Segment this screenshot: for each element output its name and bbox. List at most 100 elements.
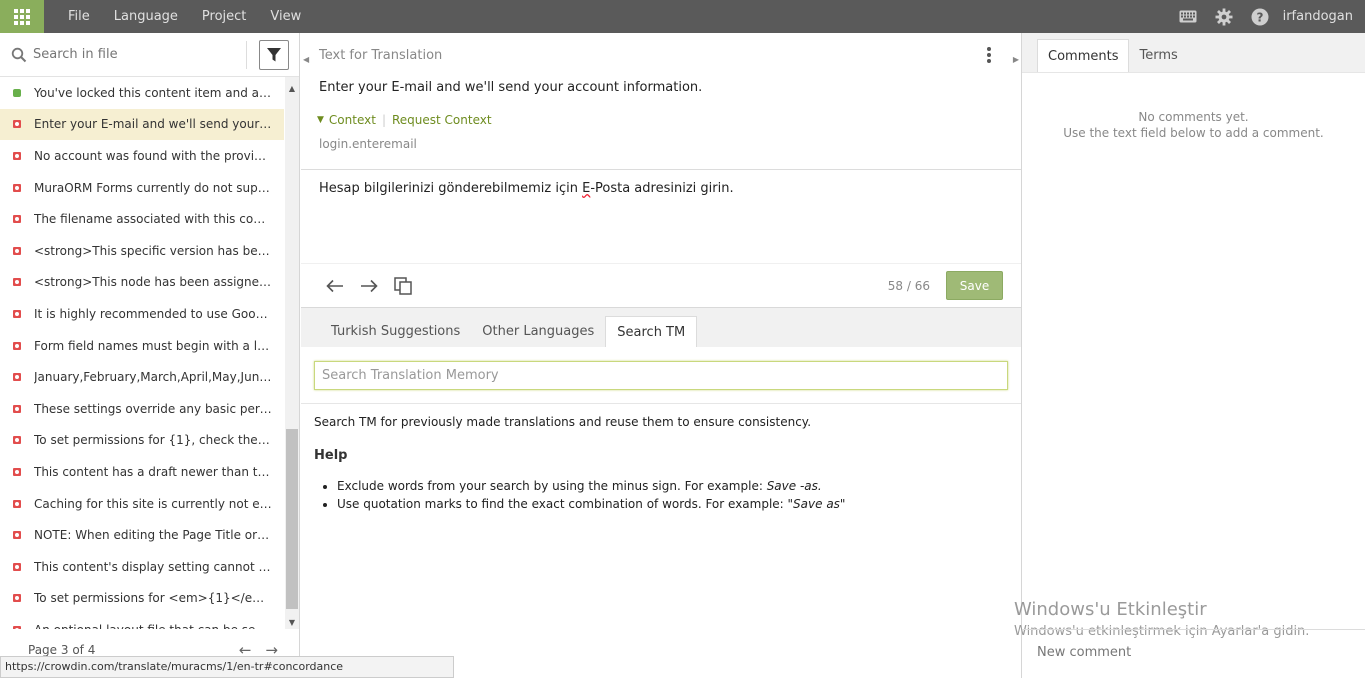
save-button[interactable]: Save [946,271,1003,300]
help-title: Help [314,448,348,463]
menu-project[interactable]: Project [190,0,258,33]
top-bar: File Language Project View ? irfandogan [0,0,1365,33]
source-text: Enter your E-mail and we'll send your ac… [319,80,703,95]
source-header-title: Text for Translation [319,47,443,63]
previous-string-icon[interactable] [325,276,345,296]
divider [246,41,247,69]
list-item-text: January,February,March,April,May,June,J.… [34,370,272,385]
right-tabs: Comments Terms [1022,33,1365,73]
list-item-text: The filename associated with this conten… [34,212,272,227]
list-item[interactable]: <strong>This specific version has been a… [0,235,284,267]
tab-other-languages[interactable]: Other Languages [471,316,605,347]
list-item-text: This content's display setting cannot be… [34,559,272,574]
browser-status-bar: https://crowdin.com/translate/muracms/1/… [0,656,454,678]
search-icon [11,47,27,62]
list-item[interactable]: <strong>This node has been assigned to .… [0,267,284,299]
tab-search-tm[interactable]: Search TM [605,316,698,347]
untranslated-status-icon [13,562,21,571]
username[interactable]: irfandogan [1283,9,1353,24]
untranslated-status-icon [13,404,21,413]
untranslated-status-icon [13,341,21,350]
character-counter: 58 / 66 [887,278,930,293]
list-item-text: To set permissions for {1}, check the bo… [34,433,272,448]
tab-comments[interactable]: Comments [1037,39,1130,72]
new-comment-input[interactable]: New comment [1037,645,1131,660]
suggestion-tabs: Turkish Suggestions Other Languages Sear… [301,307,1021,347]
list-item[interactable]: The filename associated with this conten… [0,203,284,235]
gear-icon[interactable] [1215,8,1233,26]
untranslated-status-icon [13,373,21,382]
untranslated-status-icon [13,467,21,476]
context-toggle[interactable]: Context [329,113,376,127]
list-item[interactable]: Caching for this site is currently not e… [0,488,284,520]
tm-search-area [301,347,1021,404]
svg-text:?: ? [1256,10,1263,24]
untranslated-status-icon [13,278,21,287]
context-row: ▼ Context | Request Context [317,113,492,127]
list-item[interactable]: It is highly recommended to use Google r… [0,298,284,330]
tab-terms[interactable]: Terms [1129,39,1187,72]
tab-turkish-suggestions[interactable]: Turkish Suggestions [320,316,471,347]
list-item-text: These settings override any basic permis… [34,401,272,416]
next-string-icon[interactable] [359,276,379,296]
list-item-text: Form field names must begin with a lette… [34,338,272,353]
list-item[interactable]: No account was found with the provided .… [0,140,284,172]
untranslated-status-icon [13,594,21,603]
comments-panel: Comments Terms No comments yet. Use the … [1014,33,1365,678]
list-item[interactable]: MuraORM Forms currently do not suppor... [0,172,284,204]
list-item-text: You've locked this content item and all … [34,85,272,100]
menu-view[interactable]: View [258,0,313,33]
list-item-text: An optional layout file that can be set … [34,623,272,629]
list-item-text: MuraORM Forms currently do not suppor... [34,180,272,195]
list-item[interactable]: To set permissions for {1}, check the bo… [0,425,284,457]
list-item-text: Enter your E-mail and we'll send your ac… [34,117,272,132]
untranslated-status-icon [13,120,21,129]
help-item: Exclude words from your search by using … [337,477,845,495]
apps-menu-button[interactable] [0,0,44,33]
untranslated-status-icon [13,625,21,629]
filter-button[interactable] [259,40,289,70]
scroll-up-icon[interactable]: ▲ [285,81,299,95]
empty-comments-message: No comments yet. Use the text field belo… [1063,110,1324,140]
list-item[interactable]: Form field names must begin with a lette… [0,330,284,362]
request-context-link[interactable]: Request Context [392,113,492,127]
top-right-controls: ? irfandogan [1161,8,1365,26]
translated-status-icon [13,88,21,97]
list-item-text: No account was found with the provided .… [34,148,272,163]
copy-source-icon[interactable] [393,276,413,296]
untranslated-status-icon [13,309,21,318]
list-item[interactable]: NOTE: When editing the Page Title or Na.… [0,519,284,551]
help-item: Use quotation marks to find the exact co… [337,495,845,513]
untranslated-status-icon [13,436,21,445]
list-item[interactable]: You've locked this content item and all … [0,77,284,109]
tm-search-input[interactable] [314,361,1008,390]
untranslated-status-icon [13,215,21,224]
scroll-thumb[interactable] [286,429,298,609]
list-item[interactable]: This content's display setting cannot be… [0,551,284,583]
page-indicator: Page 3 of 4 [28,643,96,657]
list-item[interactable]: These settings override any basic permis… [0,393,284,425]
grid-icon [14,8,30,25]
keyboard-icon[interactable] [1179,8,1197,26]
list-scrollbar[interactable]: ▲ ▼ [285,77,299,629]
menu-file[interactable]: File [56,0,102,33]
scroll-down-icon[interactable]: ▼ [285,615,299,629]
help-list: Exclude words from your search by using … [337,477,845,513]
string-list: You've locked this content item and all … [0,77,284,629]
list-item[interactable]: Enter your E-mail and we'll send your ac… [0,108,284,141]
list-item[interactable]: To set permissions for <em>{1}</em>, s..… [0,583,284,615]
help-icon[interactable]: ? [1251,8,1269,26]
divider [1022,629,1365,630]
editor-panel: ◀ ▶ Text for Translation Enter your E-ma… [301,33,1021,678]
list-item[interactable]: This content has a draft newer than the … [0,456,284,488]
list-item-text: <strong>This specific version has been a… [34,243,272,258]
list-item[interactable]: An optional layout file that can be set … [0,614,284,629]
translation-textarea[interactable]: Hesap bilgilerinizi gönderebilmemiz için… [319,181,734,196]
untranslated-status-icon [13,531,21,540]
untranslated-status-icon [13,151,21,160]
list-item[interactable]: January,February,March,April,May,June,J.… [0,361,284,393]
menu-language[interactable]: Language [102,0,190,33]
more-options-icon[interactable] [987,47,991,63]
divider [301,169,1021,170]
file-search-input[interactable] [33,47,233,62]
